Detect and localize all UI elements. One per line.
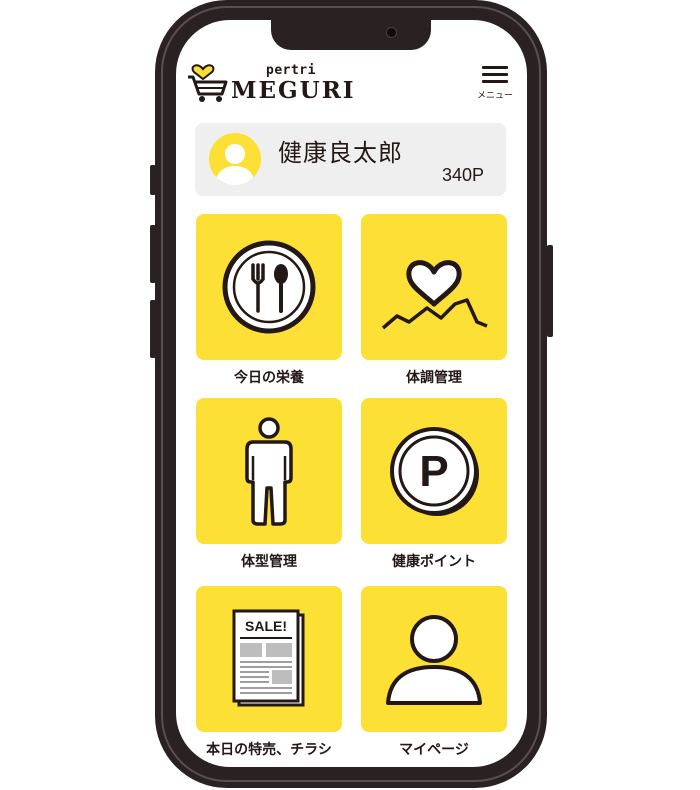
- menu-button[interactable]: メニュー: [470, 66, 520, 106]
- front-camera: [386, 27, 397, 38]
- user-avatar-icon: [215, 144, 255, 185]
- tile-health-points[interactable]: P: [361, 398, 507, 544]
- phone-power-button: [547, 245, 553, 337]
- profile-card[interactable]: 健康良太郎 340P: [195, 123, 506, 196]
- tile-condition-label: 体調管理: [406, 370, 462, 386]
- tile-my-page[interactable]: [361, 586, 507, 732]
- plate-fork-spoon-icon: [222, 240, 316, 334]
- tile-body-shape-label: 体型管理: [241, 554, 297, 570]
- avatar: [209, 133, 261, 185]
- user-name: 健康良太郎: [278, 139, 403, 167]
- tile-condition[interactable]: [361, 214, 507, 360]
- point-coin-icon: P: [390, 427, 479, 516]
- tile-my-page-label: マイページ: [399, 742, 469, 758]
- tile-health-points-label: 健康ポイント: [392, 554, 476, 570]
- sale-flyer-icon: SALE!: [232, 609, 305, 707]
- hamburger-icon: [482, 66, 508, 69]
- cart-heart-icon: [188, 64, 228, 102]
- logo-small-text: pertri: [266, 63, 316, 78]
- logo-main-text: MEGURI: [231, 77, 356, 104]
- phone-volume-up-button: [150, 225, 156, 283]
- sale-text: SALE!: [245, 618, 287, 634]
- phone-screen: pertri MEGURI メニュー 健康良太郎 340P 今日の栄養 体調管理…: [176, 20, 527, 767]
- tile-sale-flyer-label: 本日の特売、チラシ: [206, 742, 332, 758]
- tile-nutrition-label: 今日の栄養: [234, 370, 304, 386]
- tile-body-shape[interactable]: [196, 398, 342, 544]
- menu-label: メニュー: [476, 91, 513, 101]
- phone-notch: [271, 20, 431, 50]
- person-body-icon: [245, 417, 293, 526]
- heart-chart-icon: [381, 260, 488, 330]
- svg-text:P: P: [419, 447, 448, 496]
- tile-sale-flyer[interactable]: SALE!: [196, 586, 342, 732]
- phone-volume-down-button: [150, 300, 156, 358]
- phone-side-button: [150, 165, 156, 195]
- points-balance: 340P: [441, 165, 484, 185]
- app-logo[interactable]: pertri MEGURI: [186, 60, 371, 105]
- tile-nutrition[interactable]: [196, 214, 342, 360]
- user-profile-icon: [386, 615, 482, 705]
